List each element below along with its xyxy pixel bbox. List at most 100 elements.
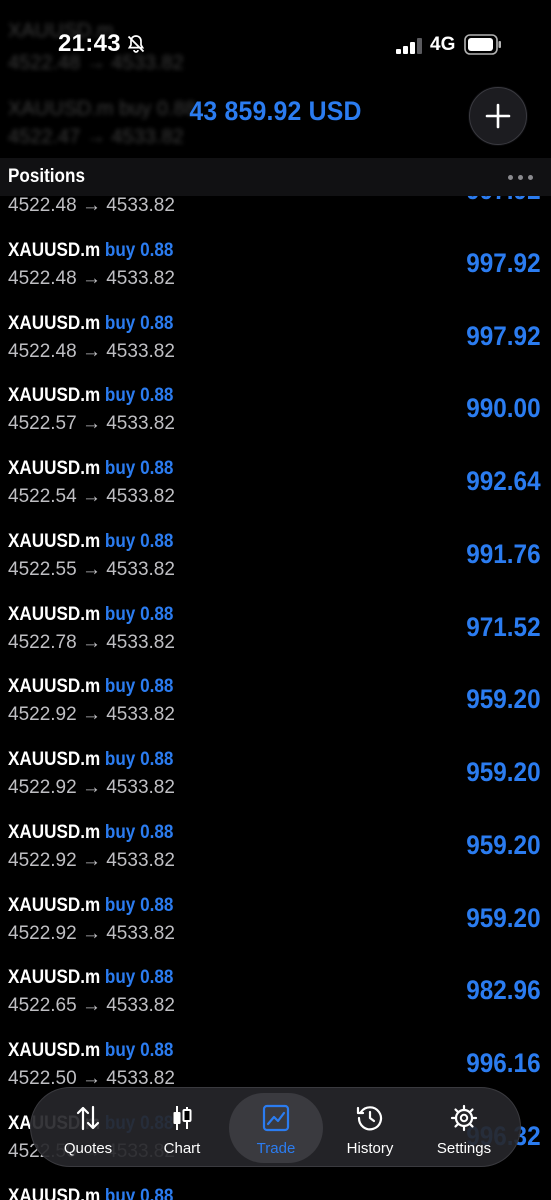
position-prices: 4522.92 → 4533.82 xyxy=(8,922,175,944)
position-title: XAUUSD.m buy 0.88 xyxy=(8,895,173,917)
position-symbol: XAUUSD.m xyxy=(8,1040,101,1061)
trade-chart-icon xyxy=(262,1104,290,1132)
position-prices: 4522.92 → 4533.82 xyxy=(8,704,175,726)
position-side-volume: buy 0.88 xyxy=(104,603,174,625)
position-row[interactable]: XAUUSD.m buy 0.88 4522.92 → 4533.82 959.20 xyxy=(0,668,551,741)
position-row[interactable]: XAUUSD.m buy 0.88 4522.54 → 4533.82 992.64 xyxy=(0,450,551,523)
position-row[interactable]: XAUUSD.m buy 0.88 4522.92 → 4533.82 959.20 xyxy=(0,741,551,814)
position-symbol: XAUUSD.m xyxy=(8,967,101,989)
status-bar: XAUUSD.m 4522.48 → 4533.82 21:43 4G xyxy=(0,0,551,80)
position-title: XAUUSD.m buy 0.88 xyxy=(8,1040,173,1062)
position-title: XAUUSD.m buy 0.88 xyxy=(8,240,173,262)
position-symbol: XAUUSD.m xyxy=(8,603,101,625)
position-title: XAUUSD.m buy 0.88 xyxy=(8,822,173,844)
position-prices: 4522.57 → 4533.82 xyxy=(8,413,175,435)
position-row[interactable]: XAUUSD.m buy 0.88 4522.48 → 4533.82 997.92 xyxy=(0,232,551,305)
position-side-volume: buy 0.88 xyxy=(104,458,174,479)
tab-history[interactable]: History xyxy=(323,1088,417,1168)
tab-label: Trade xyxy=(256,1140,296,1157)
account-balance: 43 859.92 USD xyxy=(189,96,362,126)
position-row[interactable]: XAUUSD.m buy 0.88 4522.48 → 4533.82 997.92 xyxy=(0,305,551,378)
new-order-button[interactable] xyxy=(469,87,527,145)
position-title: XAUUSD.m buy 0.88 xyxy=(8,1186,173,1200)
tab-label: Quotes xyxy=(63,1140,113,1157)
tab-label: Settings xyxy=(436,1140,492,1157)
plus-icon xyxy=(485,103,511,129)
position-symbol: XAUUSD.m xyxy=(8,530,101,552)
settings-gear-icon xyxy=(450,1104,478,1132)
position-row[interactable]: XAUUSD.m buy 0.88 4522.57 → 4533.82 990.00 xyxy=(0,377,551,450)
position-prices: 4522.48 → 4533.82 xyxy=(8,340,175,362)
position-side-volume: buy 0.88 xyxy=(104,1185,174,1200)
position-row[interactable]: XAUUSD.m buy 0.884522.48 → 4533.82997.92 xyxy=(0,196,551,232)
position-prices: 4522.65 → 4533.82 xyxy=(8,995,175,1017)
position-prices: 4522.48 → 4533.82 xyxy=(8,267,175,289)
position-prices: 4522.78 → 4533.82 xyxy=(8,631,175,653)
position-side-volume: buy 0.88 xyxy=(104,821,174,843)
quotes-arrows-icon xyxy=(76,1105,100,1131)
position-profit: 971.52 xyxy=(466,611,541,642)
position-prices: 4522.92 → 4533.82 xyxy=(8,849,175,871)
position-side-volume: buy 0.88 xyxy=(104,385,174,407)
candlestick-icon xyxy=(173,1106,192,1130)
position-side-volume: buy 0.88 xyxy=(104,312,174,334)
position-side-volume: buy 0.88 xyxy=(104,749,174,770)
position-symbol: XAUUSD.m xyxy=(8,385,101,407)
position-row[interactable]: XAUUSD.m buy 0.88 4522.55 → 4533.82 991.76 xyxy=(0,523,551,596)
status-time: 21:43 xyxy=(58,30,121,57)
positions-header: Positions xyxy=(0,158,551,196)
position-row[interactable]: XAUUSD.m buy 0.88 4522.92 → 4533.82 959.20 xyxy=(0,887,551,960)
tab-trade[interactable]: Trade xyxy=(229,1093,323,1163)
position-profit: 996.16 xyxy=(466,1048,541,1078)
position-profit: 991.76 xyxy=(466,538,541,569)
position-title: XAUUSD.m buy 0.88 xyxy=(8,676,173,698)
more-dots-icon[interactable] xyxy=(508,175,533,180)
position-profit: 990.00 xyxy=(466,393,541,424)
position-row[interactable]: XAUUSD.m buy 0.88 4522.65 → 4533.82 982.96 xyxy=(0,959,551,1032)
position-prices: 4522.55 → 4533.82 xyxy=(8,558,175,580)
position-prices: 4522.48 → 4533.82 xyxy=(8,196,175,216)
position-title: XAUUSD.m buy 0.88 xyxy=(8,313,173,335)
position-prices: 4522.54 → 4533.82 xyxy=(8,486,175,507)
position-title: XAUUSD.m buy 0.88 xyxy=(8,967,173,989)
position-symbol: XAUUSD.m xyxy=(8,821,101,843)
position-side-volume: buy 0.88 xyxy=(104,676,174,698)
position-side-volume: buy 0.88 xyxy=(104,239,174,261)
tab-quotes[interactable]: Quotes xyxy=(41,1088,135,1168)
tab-label: Chart xyxy=(163,1140,201,1157)
position-profit: 997.92 xyxy=(466,247,541,278)
position-row[interactable]: XAUUSD.m buy 0.88 4522.78 → 4533.82 971.52 xyxy=(0,596,551,669)
position-profit: 982.96 xyxy=(466,975,541,1006)
battery-icon xyxy=(464,34,501,55)
position-title: XAUUSD.m buy 0.88 xyxy=(8,604,173,626)
position-prices: 4522.92 → 4533.82 xyxy=(8,777,175,798)
positions-title: Positions xyxy=(8,166,85,187)
tab-settings[interactable]: Settings xyxy=(417,1088,511,1168)
tab-chart[interactable]: Chart xyxy=(135,1088,229,1168)
position-profit: 997.92 xyxy=(466,320,541,351)
bell-slash-icon xyxy=(127,35,145,53)
positions-list[interactable]: XAUUSD.m buy 0.88 4522.48 → 4533.82 997.92… xyxy=(0,196,551,1200)
position-row[interactable]: XAUUSD.m buy 0.88 4522.92 → 4533.82 959.20 xyxy=(0,814,551,887)
position-row[interactable]: XAUUSD.m buy 0.88 xyxy=(0,1178,551,1200)
position-symbol: XAUUSD.m xyxy=(8,676,101,698)
position-profit: 959.20 xyxy=(466,829,541,860)
position-side-volume: buy 0.88 xyxy=(104,894,174,916)
position-symbol: XAUUSD.m xyxy=(8,312,101,334)
position-profit: 997.92 xyxy=(467,196,541,206)
position-symbol: XAUUSD.m xyxy=(8,239,101,261)
position-side-volume: buy 0.88 xyxy=(104,530,174,552)
position-title: XAUUSD.m buy 0.88 xyxy=(8,531,173,553)
position-side-volume: buy 0.88 xyxy=(104,967,174,989)
position-profit: 959.20 xyxy=(466,757,541,787)
ghost-row-text: 4522.47 → 4533.82 xyxy=(8,126,184,148)
position-title: XAUUSD.m buy 0.88 xyxy=(8,749,173,771)
position-symbol: XAUUSD.m xyxy=(8,1185,101,1200)
position-profit: 992.64 xyxy=(466,466,541,496)
network-type: 4G xyxy=(430,34,456,55)
position-symbol: XAUUSD.m xyxy=(8,749,101,770)
position-profit: 959.20 xyxy=(466,684,541,715)
position-title: XAUUSD.m buy 0.88 xyxy=(8,385,173,407)
tab-bar: Quotes Chart Trade History Settings xyxy=(30,1087,521,1167)
position-title: XAUUSD.m buy 0.88 xyxy=(8,458,173,480)
